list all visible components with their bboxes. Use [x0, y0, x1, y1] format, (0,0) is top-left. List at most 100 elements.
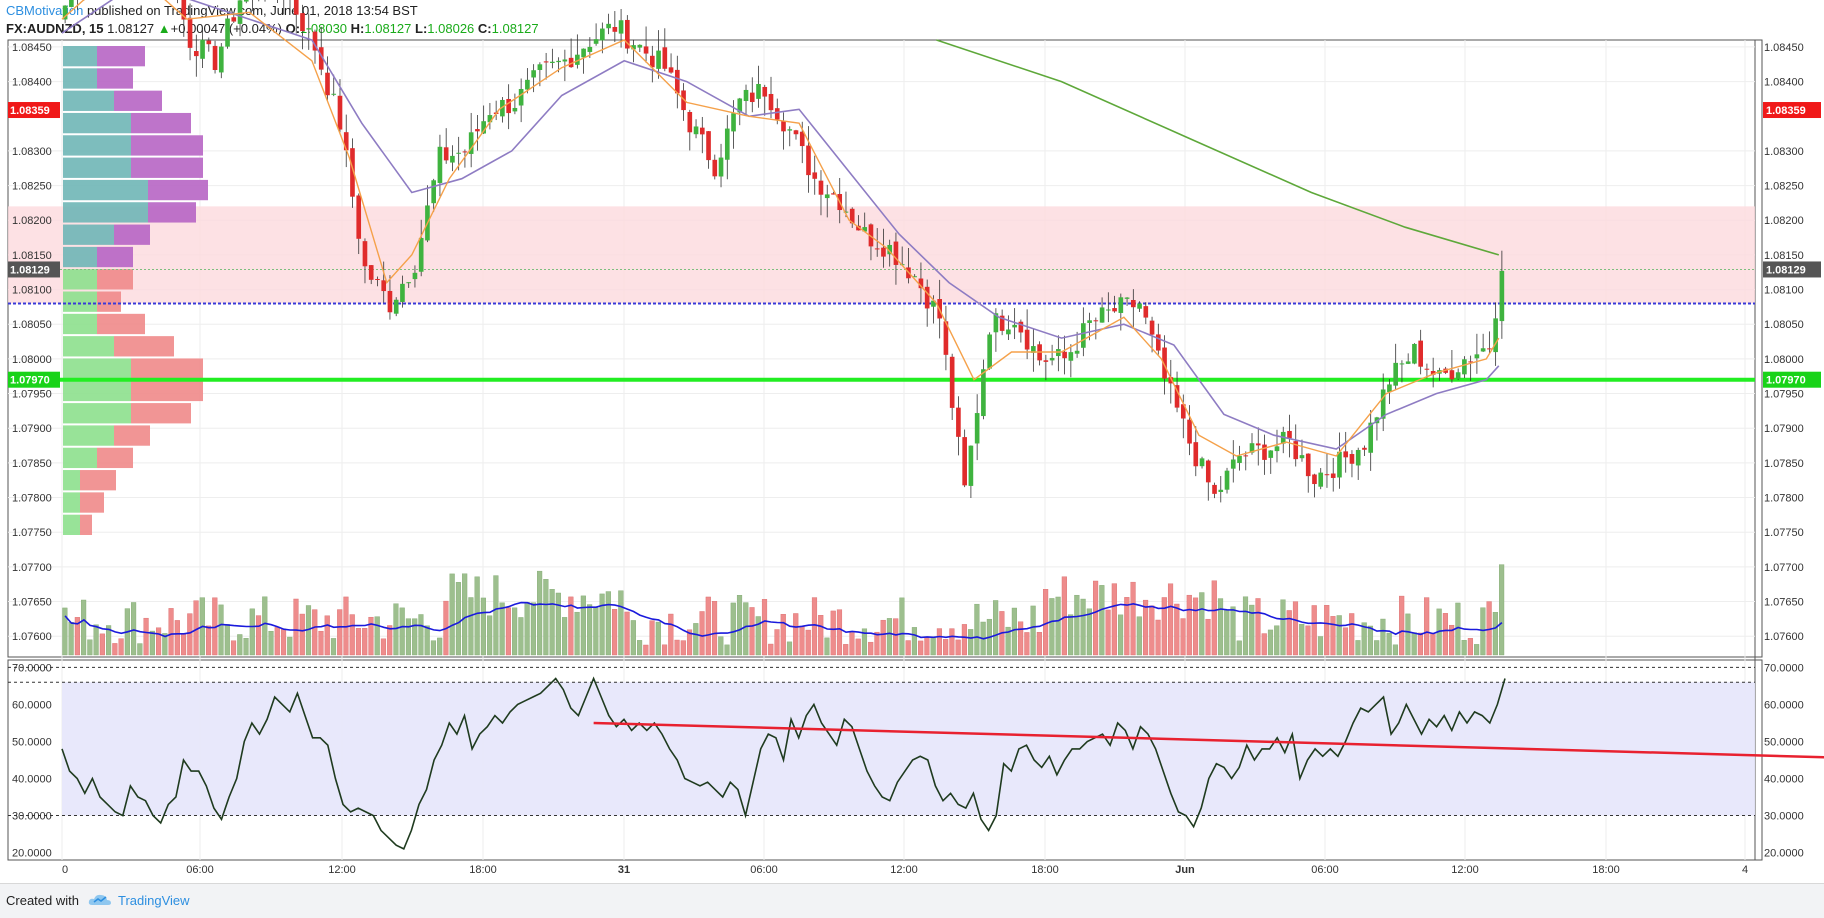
rsi-tick-left: 70.0000 [12, 662, 52, 674]
price-tick-left: 1.07750 [12, 527, 52, 539]
volume-profile-up-bar [63, 246, 97, 268]
candle-down [1424, 368, 1430, 370]
volume-bar-up [1068, 614, 1074, 656]
volume-bar-down [1174, 603, 1180, 656]
rsi-tick-right: 20.0000 [1764, 848, 1804, 860]
volume-bar-down [324, 615, 330, 656]
volume-bar-up [474, 576, 480, 656]
volume-bar-down [1467, 638, 1473, 656]
volume-bar-down [699, 611, 705, 656]
candle-down [1287, 430, 1292, 439]
rsi-tick-right: 70.0000 [1764, 662, 1804, 674]
volume-bar-up [287, 636, 293, 656]
volume-bar-down [1442, 613, 1448, 656]
volume-profile-down-bar [131, 380, 203, 402]
candle-down [1193, 442, 1199, 467]
volume-profile-up-bar [63, 157, 131, 178]
volume-bar-down [355, 628, 362, 656]
price-tick-right: 1.07700 [1764, 562, 1804, 574]
volume-profile-down-bar [131, 112, 191, 134]
candle-up [1118, 297, 1124, 313]
volume-bar-down [1161, 597, 1167, 656]
candle-down [506, 98, 511, 114]
volume-bar-up [374, 616, 380, 656]
volume-bar-up [399, 607, 405, 656]
volume-bar-up [512, 607, 518, 656]
candle-up [243, 0, 249, 2]
candle-down [1305, 453, 1311, 477]
volume-bar-up [93, 624, 99, 656]
rsi-tick-left: 40.0000 [12, 774, 52, 786]
candle-down [387, 290, 393, 313]
candle-down [1043, 360, 1049, 362]
tradingview-link[interactable]: TradingView [118, 893, 190, 908]
footer-bar: Created with TradingView [0, 883, 1824, 918]
price-pane-frame [7, 39, 1763, 658]
volume-profile-up-bar [63, 135, 131, 156]
price-tick-left: 1.07700 [12, 562, 52, 574]
volume-bar-up [543, 579, 549, 656]
candle-up [400, 283, 405, 302]
volume-bar-down [156, 627, 162, 656]
volume-profile-down-bar [97, 291, 121, 312]
volume-bar-down [187, 613, 193, 656]
candle-up [1099, 307, 1105, 323]
candle-up [1499, 270, 1505, 322]
volume-bar-down [918, 640, 924, 656]
price-tick-left: 1.08300 [12, 146, 52, 158]
volume-profile-down-bar [80, 514, 92, 535]
candle-up [600, 28, 605, 41]
candle-up [331, 93, 337, 95]
candle-up [518, 88, 524, 106]
volume-bar-down [1149, 605, 1155, 656]
volume-bar-up [911, 627, 918, 656]
volume-bar-down [799, 626, 805, 656]
volume-bar-up [1411, 632, 1417, 656]
candle-up [1274, 446, 1280, 452]
volume-bar-up [224, 624, 230, 656]
volume-bar-up [1274, 625, 1280, 656]
candle-down [368, 265, 374, 280]
volume-bar-up [968, 629, 974, 656]
volume-bar-up [1380, 618, 1386, 656]
volume-bar-down [961, 624, 967, 656]
volume-bar-down [649, 620, 655, 656]
candle-up [1474, 354, 1480, 359]
volume-bar-down [768, 643, 774, 656]
candle-down [706, 131, 711, 161]
support-price-label-right: 1.07970 [1766, 375, 1806, 387]
volume-bar-down [362, 628, 368, 656]
volume-bar-up [424, 625, 430, 656]
volume-bar-down [830, 610, 836, 656]
volume-bar-down [943, 639, 949, 656]
candle-down [343, 132, 349, 151]
volume-bar-down [1018, 621, 1024, 656]
candle-down [362, 241, 368, 267]
price-tick-left: 1.07850 [12, 458, 52, 470]
volume-bar-down [868, 641, 874, 656]
volume-bar-up [549, 589, 555, 656]
candle-up [562, 59, 568, 62]
volume-bar-up [1099, 585, 1105, 656]
candle-down [1362, 447, 1367, 450]
volume-profile-up-bar [63, 492, 80, 513]
candle-down [674, 69, 680, 94]
volume-bar-down [349, 614, 355, 656]
volume-profile-up-bar [63, 380, 131, 402]
volume-bar-up [580, 595, 586, 656]
volume-bar-up [724, 644, 730, 656]
candle-up [1230, 459, 1236, 469]
volume-profile-down-bar [114, 425, 150, 446]
price-tick-right: 1.07900 [1764, 423, 1804, 435]
volume-bar-down [1330, 616, 1336, 656]
volume-bar-down [505, 607, 511, 656]
candle-up [437, 146, 443, 183]
time-tick: 06:00 [750, 864, 778, 876]
volume-bar-up [1480, 607, 1486, 656]
price-chart[interactable]: 1.08450 1.08450 1.08400 1.08400 1.08300 1.083… [0, 0, 1824, 883]
candle-up [1268, 450, 1274, 458]
candle-up [412, 272, 418, 280]
volume-profile-down-bar [97, 447, 133, 469]
price-tick-left: 1.08450 [12, 42, 52, 54]
volume-bar-down [661, 644, 668, 656]
